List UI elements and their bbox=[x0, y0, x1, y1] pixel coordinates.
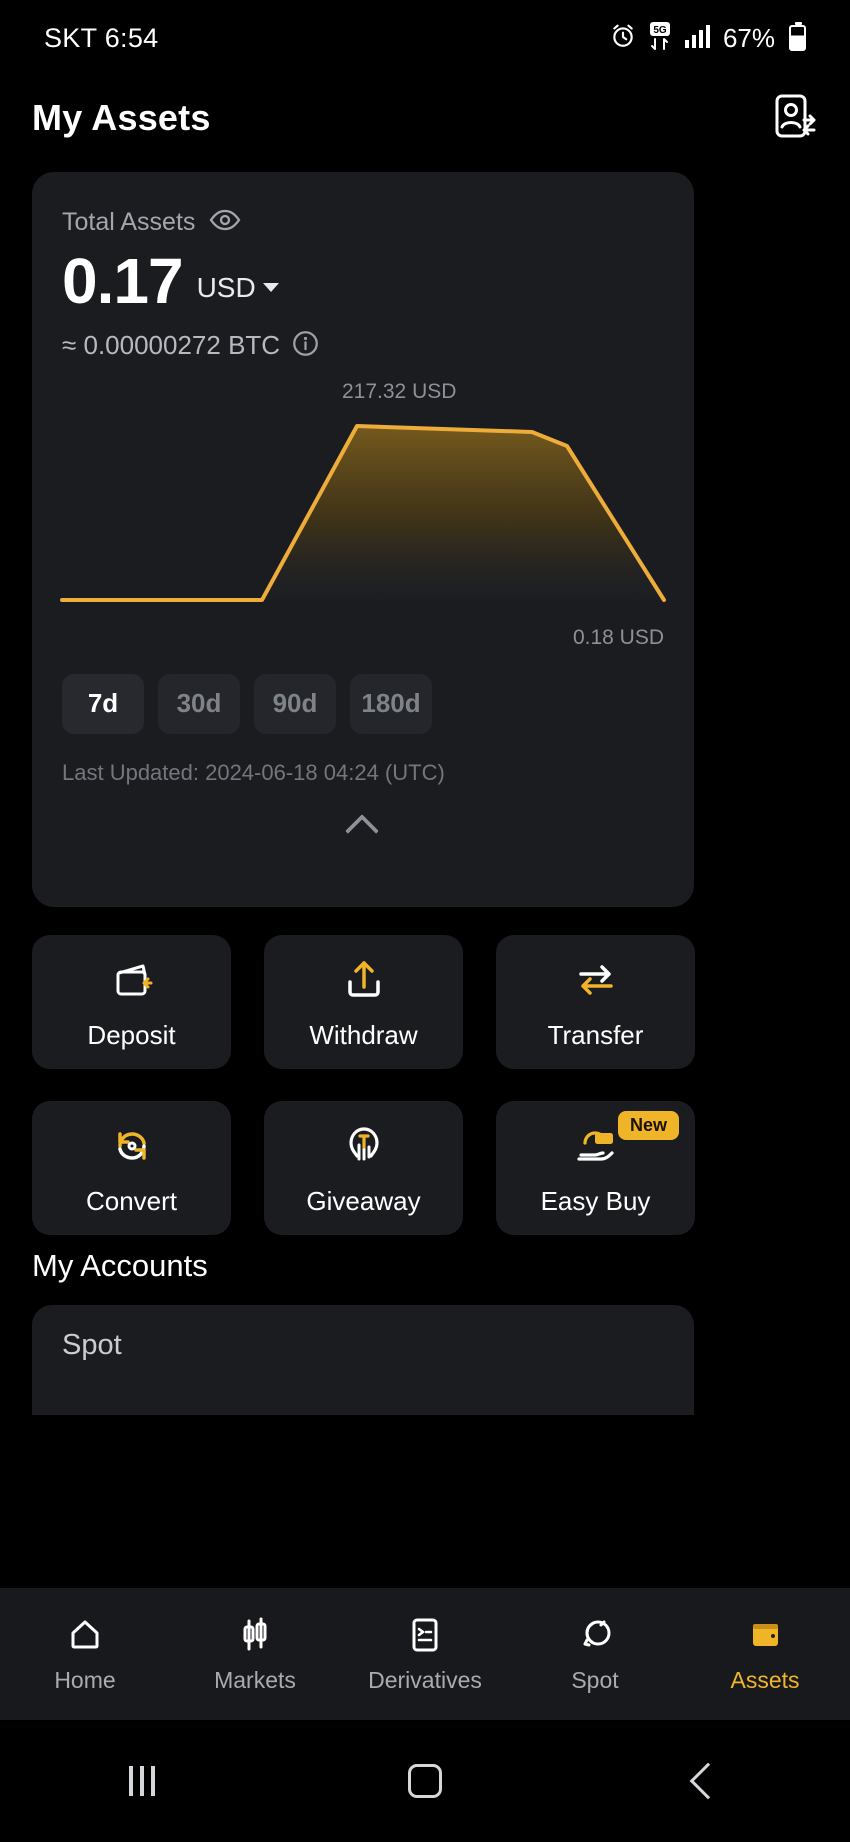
total-assets-row: Total Assets bbox=[32, 172, 694, 237]
action-easy-buy[interactable]: New Easy Buy bbox=[496, 1101, 695, 1235]
account-label: Spot bbox=[62, 1329, 122, 1361]
document-list-icon bbox=[405, 1614, 445, 1656]
page-title: My Assets bbox=[32, 97, 211, 138]
action-label: Convert bbox=[85, 1185, 178, 1216]
btc-equivalent-row: ≈ 0.00000272 BTC bbox=[32, 312, 694, 362]
chevron-up-icon bbox=[346, 808, 380, 842]
nav-label: Derivatives bbox=[368, 1667, 482, 1693]
action-label: Deposit bbox=[87, 1019, 176, 1050]
home-icon bbox=[65, 1614, 105, 1656]
nav-label: Home bbox=[54, 1667, 116, 1693]
action-convert[interactable]: Convert bbox=[32, 1101, 231, 1235]
back-chevron-icon[interactable] bbox=[567, 1762, 850, 1800]
action-label: Withdraw bbox=[309, 1019, 418, 1050]
status-icons: 5G 67% bbox=[610, 21, 806, 55]
action-withdraw[interactable]: Withdraw bbox=[264, 935, 463, 1069]
quick-actions-grid: Deposit Withdraw Transfer Convert Giveaw… bbox=[32, 935, 695, 1235]
contact-transfer-icon[interactable] bbox=[770, 92, 818, 145]
recent-apps-icon[interactable] bbox=[0, 1766, 283, 1796]
spot-circles-icon bbox=[575, 1614, 615, 1656]
transfer-arrows-icon bbox=[571, 954, 621, 1006]
total-amount-row: 0.17 USD bbox=[32, 237, 694, 317]
new-badge: New bbox=[617, 1111, 679, 1140]
btc-equivalent: ≈ 0.00000272 BTC bbox=[62, 330, 281, 361]
nav-item-derivatives[interactable]: Derivatives bbox=[340, 1614, 510, 1694]
action-transfer[interactable]: Transfer bbox=[496, 935, 695, 1069]
last-updated-text: Last Updated: 2024-06-18 04:24 (UTC) bbox=[62, 759, 445, 785]
nav-label: Assets bbox=[730, 1667, 800, 1693]
total-assets-card: Total Assets 0.17 USD ≈ 0.00000272 BTC 2… bbox=[32, 172, 694, 907]
action-giveaway[interactable]: Giveaway bbox=[264, 1101, 463, 1235]
status-bar: SKT 6:54 5G 67% bbox=[0, 0, 850, 76]
hand-coin-icon bbox=[339, 1120, 389, 1172]
collapse-card-button[interactable] bbox=[32, 808, 694, 842]
action-label: Giveaway bbox=[306, 1185, 421, 1216]
chart-high-label: 217.32 USD bbox=[342, 379, 457, 403]
assets-chart[interactable]: 217.32 USD 0.18 USD bbox=[32, 378, 694, 656]
bottom-navigation: Home Markets Derivatives Spot Assets bbox=[0, 1588, 850, 1720]
info-icon[interactable] bbox=[292, 330, 319, 362]
account-item-spot[interactable]: Spot bbox=[32, 1305, 694, 1415]
range-7d[interactable]: 7d bbox=[62, 673, 144, 734]
hand-card-icon bbox=[571, 1120, 621, 1172]
wallet-icon bbox=[745, 1614, 785, 1656]
wallet-deposit-icon bbox=[107, 954, 157, 1006]
5g-icon: 5G bbox=[647, 21, 673, 55]
action-label: Easy Buy bbox=[540, 1185, 651, 1216]
app-screen: SKT 6:54 5G 67% My Assets Total Assets 0… bbox=[0, 0, 850, 1842]
nav-item-spot[interactable]: Spot bbox=[510, 1614, 680, 1694]
range-180d[interactable]: 180d bbox=[350, 673, 432, 734]
range-30d[interactable]: 30d bbox=[158, 673, 240, 734]
range-90d[interactable]: 90d bbox=[254, 673, 336, 734]
action-deposit[interactable]: Deposit bbox=[32, 935, 231, 1069]
svg-text:5G: 5G bbox=[653, 25, 667, 36]
nav-item-home[interactable]: Home bbox=[0, 1614, 170, 1694]
currency-selector[interactable]: USD bbox=[197, 272, 279, 312]
nav-item-assets[interactable]: Assets bbox=[680, 1614, 850, 1694]
battery-icon bbox=[789, 22, 806, 51]
currency-label: USD bbox=[196, 271, 256, 303]
battery-percent: 67% bbox=[722, 22, 775, 53]
nav-label: Markets bbox=[214, 1667, 296, 1693]
chart-range-selector: 7d 30d 90d 180d bbox=[32, 656, 694, 734]
total-assets-label: Total Assets bbox=[62, 208, 196, 236]
chevron-down-icon bbox=[262, 283, 279, 293]
convert-refresh-icon bbox=[107, 1120, 157, 1172]
chart-plot bbox=[60, 423, 666, 602]
candlestick-icon bbox=[235, 1614, 275, 1656]
signal-bars-icon bbox=[684, 24, 710, 53]
my-accounts-title: My Accounts bbox=[32, 1248, 208, 1283]
alarm-icon bbox=[610, 23, 636, 54]
page-header: My Assets bbox=[0, 76, 850, 160]
nav-item-markets[interactable]: Markets bbox=[170, 1614, 340, 1694]
total-amount: 0.17 bbox=[62, 245, 184, 317]
carrier-time: SKT 6:54 bbox=[44, 22, 159, 53]
action-label: Transfer bbox=[547, 1019, 644, 1050]
nav-label: Spot bbox=[571, 1667, 619, 1693]
home-square-icon[interactable] bbox=[283, 1764, 566, 1798]
android-system-bar bbox=[0, 1720, 850, 1842]
upload-withdraw-icon bbox=[339, 954, 389, 1006]
eye-icon[interactable] bbox=[209, 209, 241, 236]
